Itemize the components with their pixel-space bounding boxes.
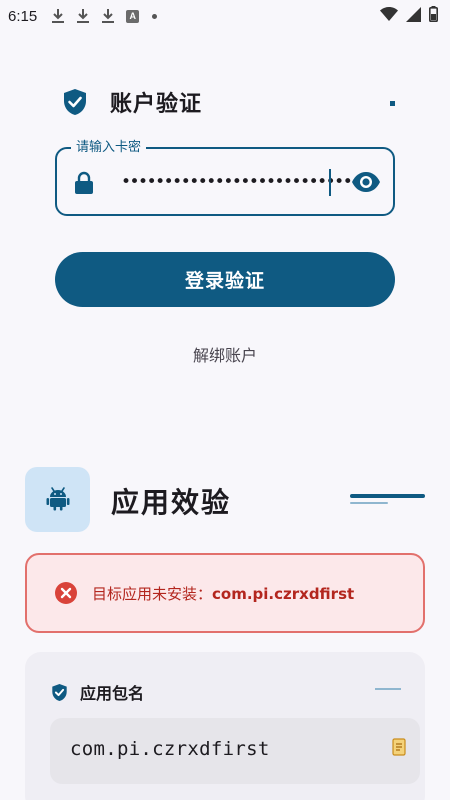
card-key-field[interactable]: 请输入卡密 ••••••••••••••••••••••••••••: [55, 139, 395, 216]
download-icon: [51, 8, 65, 24]
card-key-label: 请输入卡密: [71, 139, 147, 157]
wifi-icon: [380, 7, 398, 25]
copy-icon[interactable]: [392, 737, 406, 757]
error-banner: 目标应用未安装：com.pi.czrxdfirst: [25, 553, 425, 633]
shield-check-icon: [51, 683, 68, 702]
package-value: com.pi.czrxdfirst: [70, 738, 270, 760]
battery-icon: [429, 6, 439, 26]
download-icon: [101, 8, 115, 24]
error-message: 目标应用未安装：com.pi.czrxdfirst: [92, 583, 354, 604]
app-verify-title: 应用效验: [111, 486, 232, 519]
a-badge-icon: A: [126, 9, 140, 23]
download-icon: [76, 8, 90, 24]
notification-icons: A: [51, 8, 158, 24]
account-title: 账户验证: [110, 92, 203, 117]
collapse-dash-icon[interactable]: [375, 688, 401, 690]
package-card: 应用包名 com.pi.czrxdfirst: [25, 652, 425, 800]
decoration-line: [350, 494, 425, 498]
decoration-dot: [390, 101, 395, 106]
card-key-input[interactable]: ••••••••••••••••••••••••••••: [121, 169, 361, 195]
signal-icon: [406, 6, 421, 26]
android-icon-box: [25, 467, 90, 532]
dot-icon: [152, 13, 158, 19]
error-prefix: 目标应用未安装：: [92, 584, 213, 603]
lock-icon: [74, 171, 94, 195]
package-label: 应用包名: [80, 684, 145, 703]
account-header: 账户验证: [62, 86, 202, 118]
text-cursor: [329, 169, 331, 196]
error-package: com.pi.czrxdfirst: [212, 584, 355, 603]
status-bar: 6:15 A: [0, 0, 450, 32]
login-verify-button[interactable]: 登录验证: [55, 252, 395, 307]
system-icons: [380, 6, 439, 26]
package-header: 应用包名: [51, 680, 144, 704]
error-x-icon: [54, 581, 78, 605]
status-time: 6:15: [8, 7, 38, 25]
decoration-line: [350, 502, 388, 504]
android-icon: [46, 485, 70, 515]
unbind-account-link[interactable]: 解绑账户: [0, 342, 450, 366]
package-value-box: com.pi.czrxdfirst: [50, 718, 420, 784]
shield-check-icon: [62, 88, 88, 116]
visibility-eye-icon[interactable]: [351, 171, 381, 193]
